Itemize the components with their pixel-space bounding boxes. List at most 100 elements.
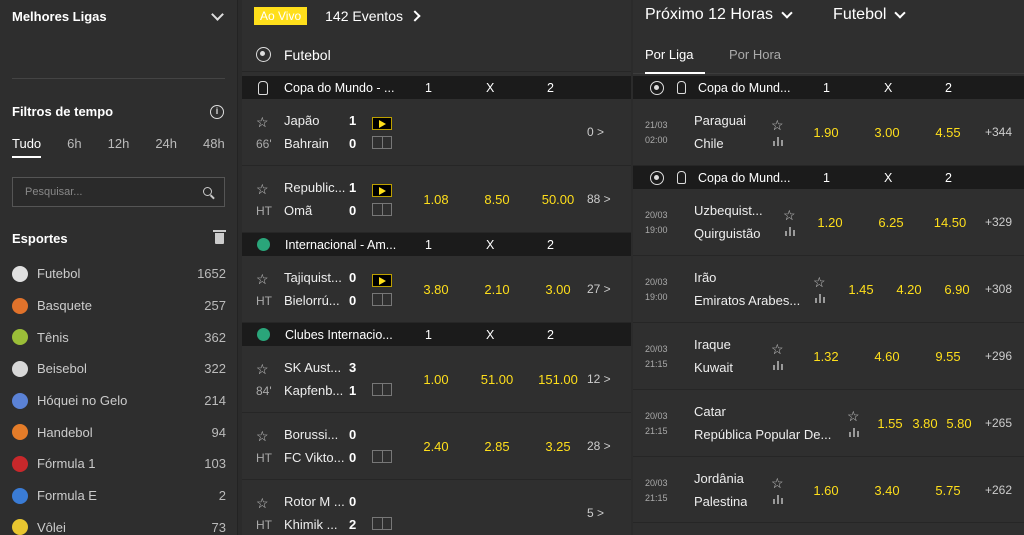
odd-home[interactable]: 2.40: [406, 439, 466, 454]
competition-header[interactable]: Copa do Mund... 1 X 2: [633, 76, 1024, 99]
more-markets-link[interactable]: +296: [985, 349, 1012, 363]
time-tab-24h[interactable]: 24h: [155, 136, 177, 158]
match-row[interactable]: ☆ HT Rotor M ... Khimik ... 0 2 5 >: [242, 480, 631, 535]
more-markets-link[interactable]: +344: [985, 125, 1012, 139]
star-icon[interactable]: ☆: [847, 408, 860, 425]
star-icon[interactable]: ☆: [256, 182, 269, 196]
star-icon[interactable]: ☆: [771, 117, 784, 134]
stats-icon[interactable]: [773, 495, 783, 504]
live-header[interactable]: Ao Vivo 142 Eventos: [254, 7, 421, 25]
star-icon[interactable]: ☆: [783, 207, 796, 224]
pitch-icon[interactable]: [372, 383, 392, 396]
star-icon[interactable]: ☆: [256, 429, 269, 443]
odd-away[interactable]: 9.55: [923, 349, 973, 364]
video-stream-icon[interactable]: [372, 117, 392, 130]
stats-icon[interactable]: [815, 294, 825, 303]
time-tab-6h[interactable]: 6h: [67, 136, 81, 158]
sport-item[interactable]: Handebol 94: [12, 416, 226, 448]
sport-item[interactable]: Beisebol 322: [12, 353, 226, 385]
sport-item[interactable]: Vôlei 73: [12, 512, 226, 535]
odd-away[interactable]: 3.00: [528, 282, 588, 297]
star-icon[interactable]: ☆: [813, 274, 826, 291]
video-stream-icon[interactable]: [372, 274, 392, 287]
odd-home[interactable]: 1.90: [801, 125, 851, 140]
more-markets-link[interactable]: 88 >: [587, 192, 611, 206]
sport-item[interactable]: Basquete 257: [12, 290, 226, 322]
odd-draw[interactable]: 8.50: [467, 192, 527, 207]
upcoming-match-row[interactable]: 20/03 21:15 Iraque Kuwait ☆ 1.32 4.60 9.55 +296: [633, 323, 1024, 390]
odd-home[interactable]: 1.20: [805, 215, 855, 230]
competition-header[interactable]: Copa do Mund... 1 X 2: [633, 166, 1024, 189]
sport-item[interactable]: Tênis 362: [12, 321, 226, 353]
odd-draw[interactable]: 3.00: [862, 125, 912, 140]
search-input[interactable]: [25, 186, 190, 198]
info-icon[interactable]: i: [210, 105, 224, 119]
upcoming-match-row[interactable]: 20/03 19:00 Irão Emiratos Arabes... ☆ 1.45 4.2…: [633, 256, 1024, 323]
odd-draw[interactable]: 6.25: [866, 215, 916, 230]
competition-header[interactable]: Clubes Internacio... 1 X 2: [242, 323, 631, 346]
match-row[interactable]: ☆ HT Republic... Omã 1 0 1.08 8.50 50.00 88 >: [242, 166, 631, 233]
odd-away[interactable]: 5.80: [934, 416, 984, 431]
competition-header[interactable]: Internacional - Am... 1 X 2: [242, 233, 631, 256]
odd-draw[interactable]: 2.85: [467, 439, 527, 454]
upcoming-match-row[interactable]: 20/03 21:15 Catar República Popular De... ☆ 1…: [633, 390, 1024, 457]
odd-away[interactable]: 50.00: [528, 192, 588, 207]
time-tab-all[interactable]: Tudo: [12, 136, 42, 158]
match-row[interactable]: ☆ 84' SK Aust... Kapfenb... 3 1 1.00 51.00 151.0…: [242, 346, 631, 413]
tab-by-league[interactable]: Por Liga: [645, 47, 705, 74]
sport-item[interactable]: Hóquei no Gelo 214: [12, 385, 226, 417]
stats-icon[interactable]: [773, 137, 783, 146]
upcoming-match-row[interactable]: 21/03 02:00 Paraguai Chile ☆ 1.90 3.00 4.55 +344: [633, 99, 1024, 166]
upcoming-match-row[interactable]: 20/03 19:00 Uzbequist... Quirguistão ☆ 1.20 6.…: [633, 189, 1024, 256]
match-row[interactable]: ☆ 66' Japão Bahrain 1 0 0 >: [242, 99, 631, 166]
odd-home[interactable]: 1.45: [836, 282, 886, 297]
match-row[interactable]: ☆ HT Tajiquist... Bielorrú... 0 0 3.80 2.10 3.00…: [242, 256, 631, 323]
odd-away[interactable]: 151.00: [528, 372, 588, 387]
odd-draw[interactable]: 2.10: [467, 282, 527, 297]
more-markets-link[interactable]: 28 >: [587, 439, 611, 453]
time-tab-48h[interactable]: 48h: [203, 136, 225, 158]
star-icon[interactable]: ☆: [256, 496, 269, 510]
chevron-down-icon[interactable]: [781, 6, 793, 19]
top-leagues-dropdown[interactable]: Melhores Ligas: [12, 6, 226, 26]
odd-home[interactable]: 1.32: [801, 349, 851, 364]
match-row[interactable]: ☆ HT Borussi... FC Vikto... 0 0 2.40 2.85 3.25 28…: [242, 413, 631, 480]
more-markets-link[interactable]: +265: [985, 416, 1012, 430]
more-markets-link[interactable]: 12 >: [587, 372, 611, 386]
odd-away[interactable]: 14.50: [925, 215, 975, 230]
more-markets-link[interactable]: 5 >: [587, 506, 604, 520]
odd-home[interactable]: 1.00: [406, 372, 466, 387]
odd-draw[interactable]: 51.00: [467, 372, 527, 387]
pitch-icon[interactable]: [372, 293, 392, 306]
odd-home[interactable]: 3.80: [406, 282, 466, 297]
trash-icon[interactable]: [213, 230, 226, 244]
sport-item[interactable]: Futebol 1652: [12, 258, 226, 290]
odd-away[interactable]: 4.55: [923, 125, 973, 140]
pitch-icon[interactable]: [372, 203, 392, 216]
stats-icon[interactable]: [849, 428, 859, 437]
more-markets-link[interactable]: 0 >: [587, 125, 604, 139]
odd-draw[interactable]: 3.40: [862, 483, 912, 498]
star-icon[interactable]: ☆: [771, 475, 784, 492]
search-icon[interactable]: [203, 187, 212, 196]
odd-away[interactable]: 5.75: [923, 483, 973, 498]
odd-away[interactable]: 3.25: [528, 439, 588, 454]
odd-draw[interactable]: 4.60: [862, 349, 912, 364]
pitch-icon[interactable]: [372, 517, 392, 530]
stats-icon[interactable]: [773, 361, 783, 370]
pitch-icon[interactable]: [372, 450, 392, 463]
sport-item[interactable]: Fórmula 1 103: [12, 448, 226, 480]
more-markets-link[interactable]: +262: [985, 483, 1012, 497]
more-markets-link[interactable]: +329: [985, 215, 1012, 229]
stats-icon[interactable]: [785, 227, 795, 236]
odd-home[interactable]: 1.60: [801, 483, 851, 498]
competition-header[interactable]: Copa do Mundo - ... 1 X 2: [242, 76, 631, 99]
period-dropdown-label[interactable]: Próximo 12 Horas: [645, 6, 773, 24]
more-markets-link[interactable]: +308: [985, 282, 1012, 296]
pitch-icon[interactable]: [372, 136, 392, 149]
sport-dropdown-label[interactable]: Futebol: [833, 6, 886, 24]
star-icon[interactable]: ☆: [256, 115, 269, 129]
time-tab-12h[interactable]: 12h: [108, 136, 130, 158]
chevron-down-icon[interactable]: [894, 6, 907, 19]
star-icon[interactable]: ☆: [256, 272, 269, 286]
